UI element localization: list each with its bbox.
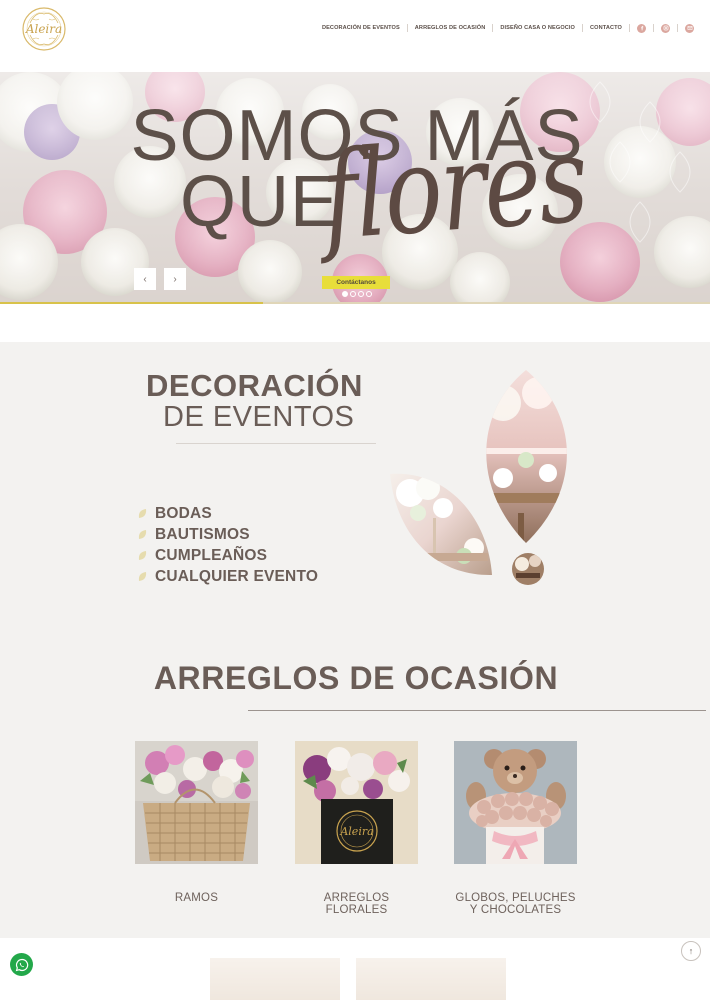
svg-text:Aleira: Aleira [339, 825, 373, 838]
leaf-bullet-icon [138, 530, 147, 539]
list-item: CUALQUIER EVENTO [138, 566, 318, 587]
preview-image [356, 958, 506, 1000]
contact-cta-button[interactable]: Contáctanos [322, 276, 390, 289]
list-item-label: CUMPLEAÑOS [155, 546, 268, 564]
product-card-arreglos-florales[interactable]: Aleira ARREGLOS FLORALES [295, 741, 418, 916]
arreglos-florales-image: Aleira [295, 741, 418, 864]
nav-divider [653, 24, 654, 32]
facebook-icon[interactable] [637, 23, 646, 33]
card-label: ARREGLOS FLORALES [323, 892, 390, 916]
globos-peluches-image [454, 741, 577, 864]
preview-image [210, 958, 340, 1000]
list-item-label: CUALQUIER EVENTO [155, 567, 319, 585]
main-nav: Decoración de eventos Arreglos de ocasió… [322, 22, 694, 34]
nav-divider [629, 24, 630, 32]
logo[interactable]: Aleira [20, 5, 68, 53]
svg-text:Aleira: Aleira [25, 22, 62, 36]
decoracion-title: DECORACIÓN [146, 368, 363, 403]
card-label: RAMOS [174, 892, 219, 904]
instagram-icon[interactable] [661, 23, 670, 33]
whatsapp-icon[interactable] [10, 953, 33, 976]
title-divider [248, 710, 706, 711]
arreglos-title: ARREGLOS DE OCASIÓN [153, 660, 559, 696]
slider-dot-4[interactable] [366, 291, 372, 297]
product-card-ramos[interactable]: RAMOS [135, 741, 258, 904]
event-photos-leaf-collage [390, 370, 567, 585]
list-item: BAUTISMOS [138, 524, 318, 545]
list-item-label: BAUTISMOS [155, 525, 250, 543]
product-card-globos-peluches[interactable]: GLOBOS, PELUCHES Y CHOCOLATES [454, 741, 577, 916]
nav-divider [677, 24, 678, 32]
next-section-preview [0, 938, 710, 1000]
list-item: CUMPLEAÑOS [138, 545, 318, 566]
site-header: Aleira Decoración de eventos Arreglos de… [0, 0, 710, 72]
email-icon[interactable] [685, 23, 694, 33]
slider-dot-2[interactable] [350, 291, 356, 297]
nav-diseno-casa-negocio[interactable]: Diseño casa o negocio [500, 25, 575, 31]
hero-script-word: flores [317, 108, 591, 268]
nav-divider [492, 24, 494, 32]
slider-dot-3[interactable] [358, 291, 364, 297]
nav-arreglos-ocasion[interactable]: Arreglos de ocasión [415, 25, 486, 31]
slider-dots [342, 291, 372, 297]
ramos-image [135, 741, 258, 864]
list-item: BODAS [138, 503, 318, 524]
decoracion-subtitle: DE EVENTOS [163, 401, 355, 433]
hero-slider: SOMOS MÁS QUE flores ‹ › Contáctanos [0, 72, 710, 304]
scroll-to-top-button[interactable]: ↑ [681, 941, 701, 961]
leaf-bullet-icon [138, 509, 147, 518]
nav-contacto[interactable]: Contacto [590, 25, 622, 31]
title-divider [176, 443, 376, 444]
nav-decoracion-eventos[interactable]: Decoración de eventos [322, 25, 400, 31]
slider-prev-button[interactable]: ‹ [134, 268, 156, 290]
card-label: GLOBOS, PELUCHES Y CHOCOLATES [455, 892, 576, 916]
slider-next-button[interactable]: › [164, 268, 186, 290]
hero-title-line2: QUE [180, 162, 340, 242]
slider-dot-1[interactable] [342, 291, 348, 297]
event-types-list: BODAS BAUTISMOS CUMPLEAÑOS CUALQUIER EVE… [138, 503, 318, 587]
leaf-bullet-icon [138, 572, 147, 581]
nav-divider [406, 24, 408, 32]
slider-progress-fill [0, 302, 263, 304]
nav-divider [582, 24, 584, 32]
leaf-bullet-icon [138, 551, 147, 560]
slider-progress-track [0, 302, 710, 304]
list-item-label: BODAS [155, 504, 212, 522]
